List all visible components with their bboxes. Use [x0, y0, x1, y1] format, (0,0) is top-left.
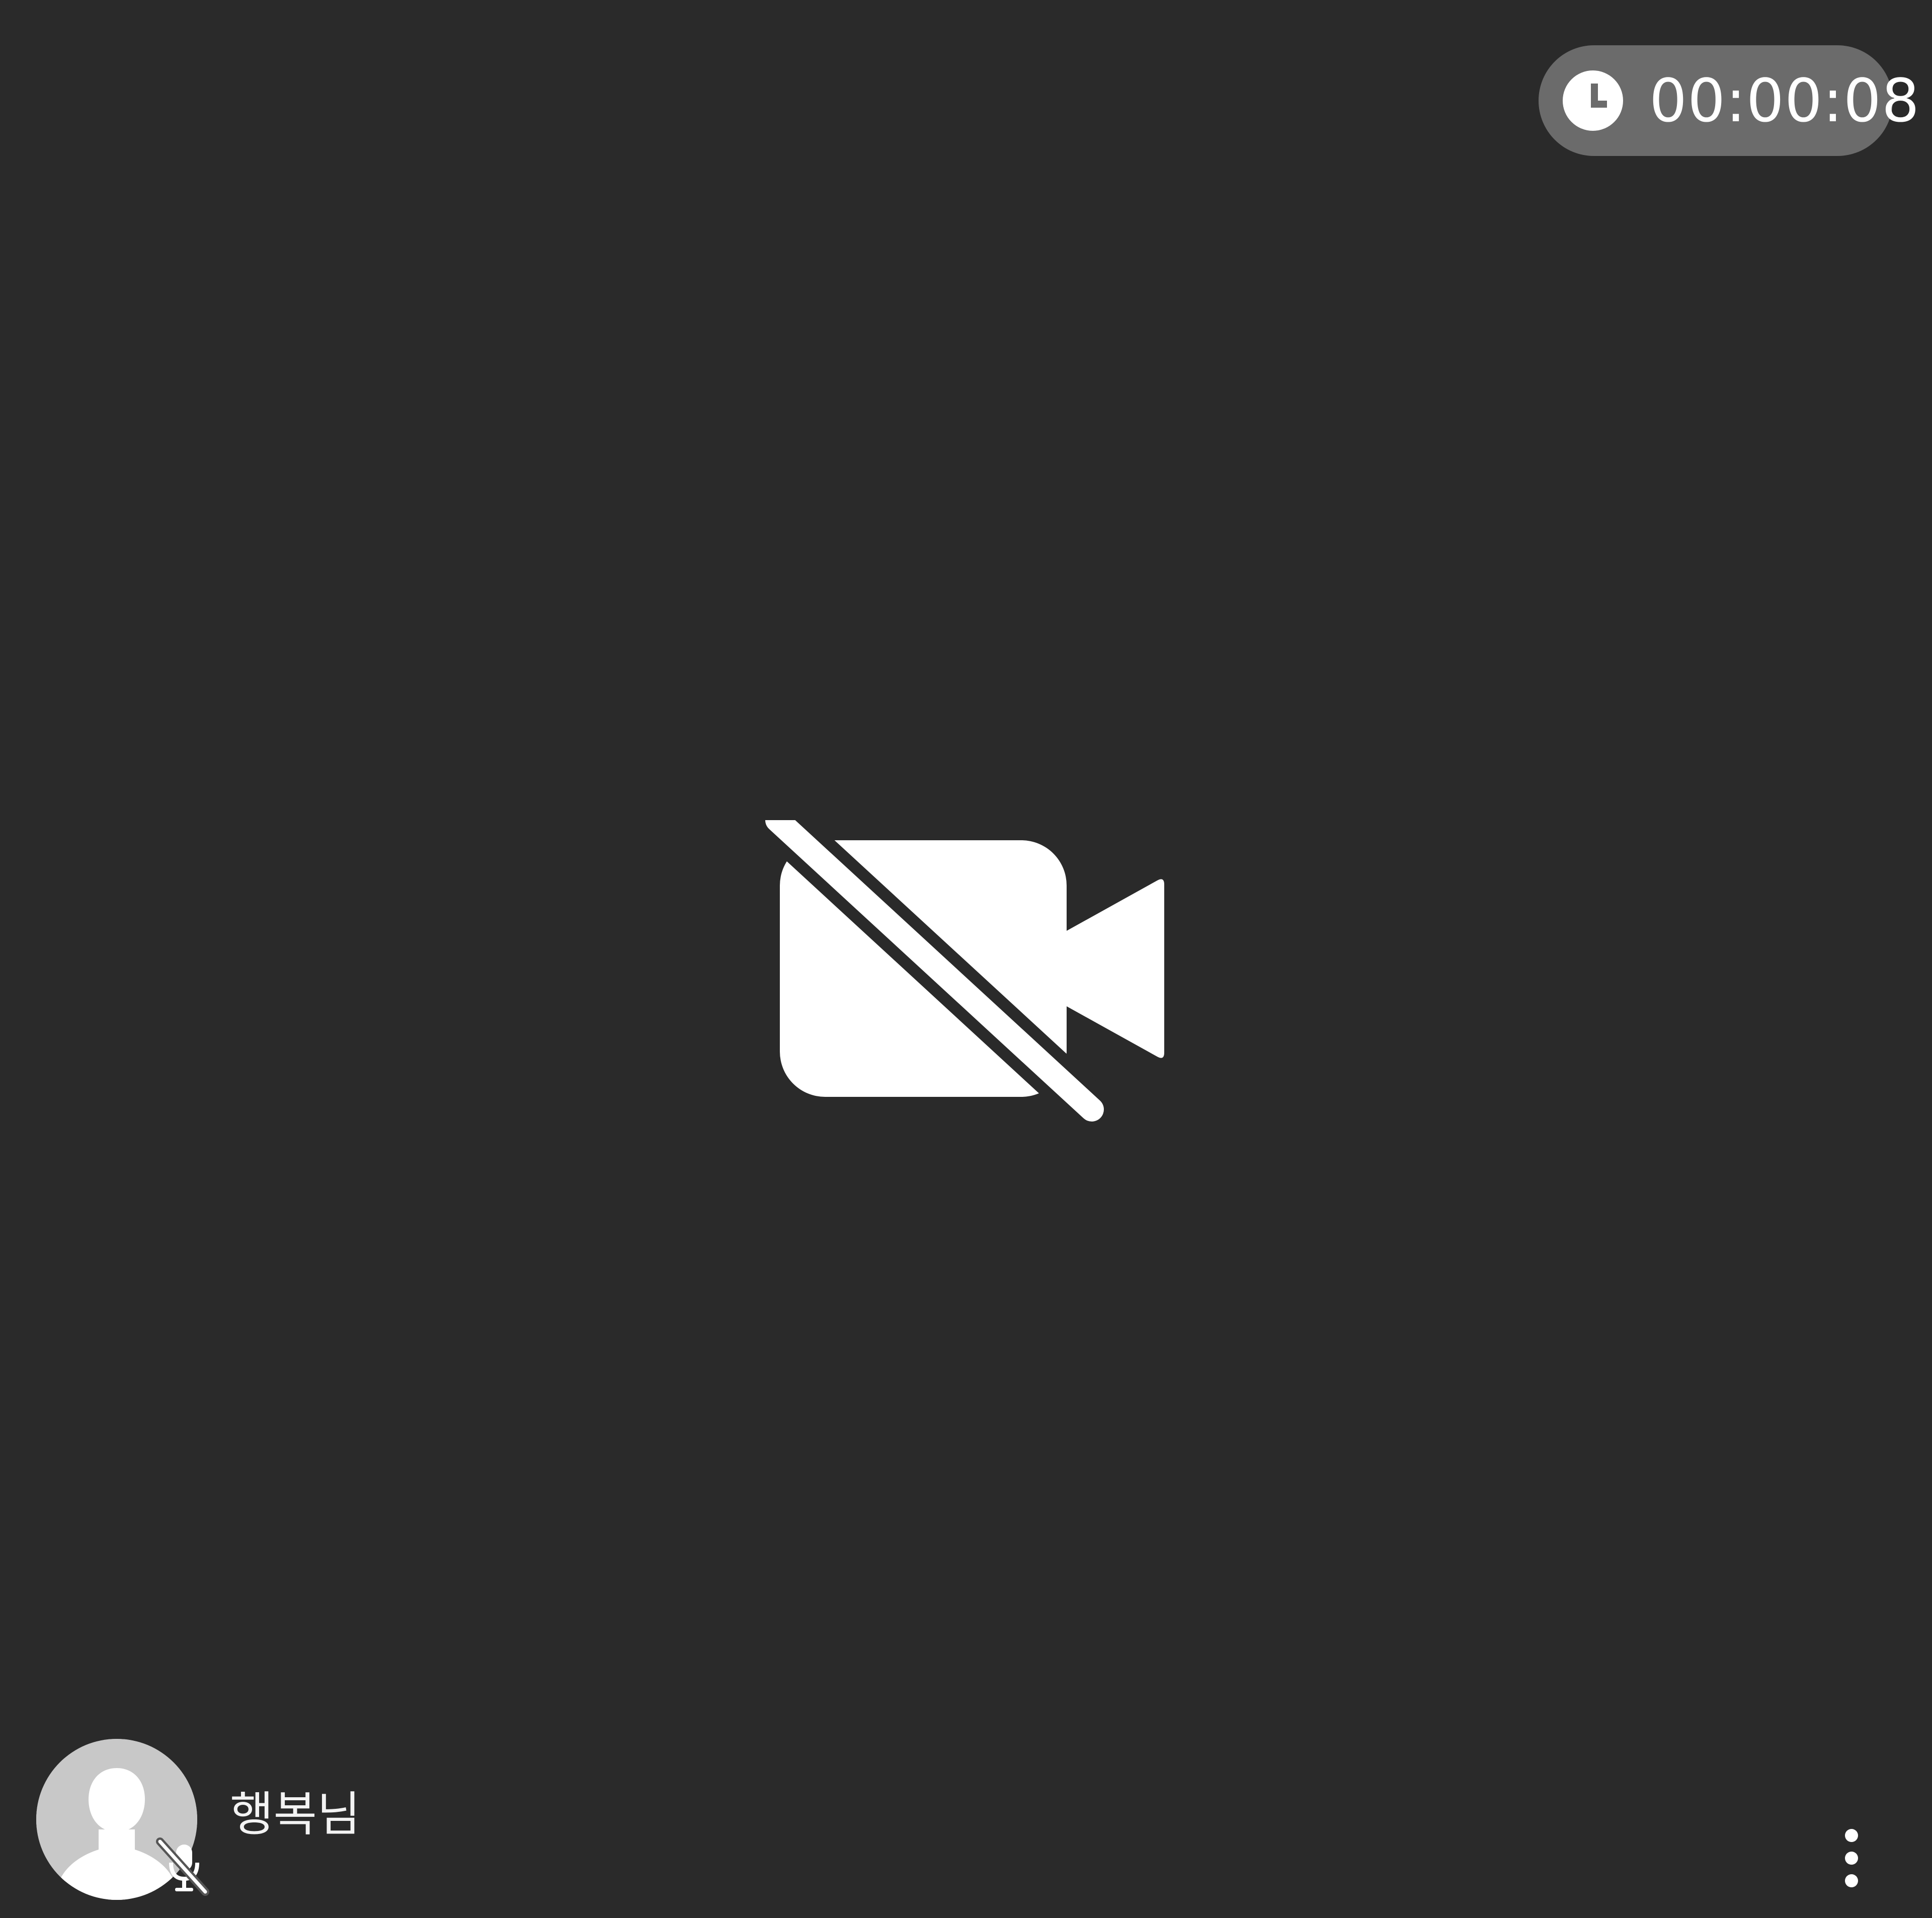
video-call-tile: 00:00:08 행복님 — [0, 0, 1932, 1918]
clock-icon — [1563, 70, 1623, 131]
elapsed-time: 00:00:08 — [1649, 66, 1920, 135]
mic-off-icon — [156, 1837, 209, 1896]
participant-info: 행복님 — [36, 1739, 469, 1900]
call-timer: 00:00:08 — [1539, 45, 1919, 156]
participant-name: 행복님 — [230, 1787, 361, 1842]
more-vertical-icon[interactable] — [1831, 1826, 1872, 1892]
camera-off-icon — [760, 820, 1164, 1122]
